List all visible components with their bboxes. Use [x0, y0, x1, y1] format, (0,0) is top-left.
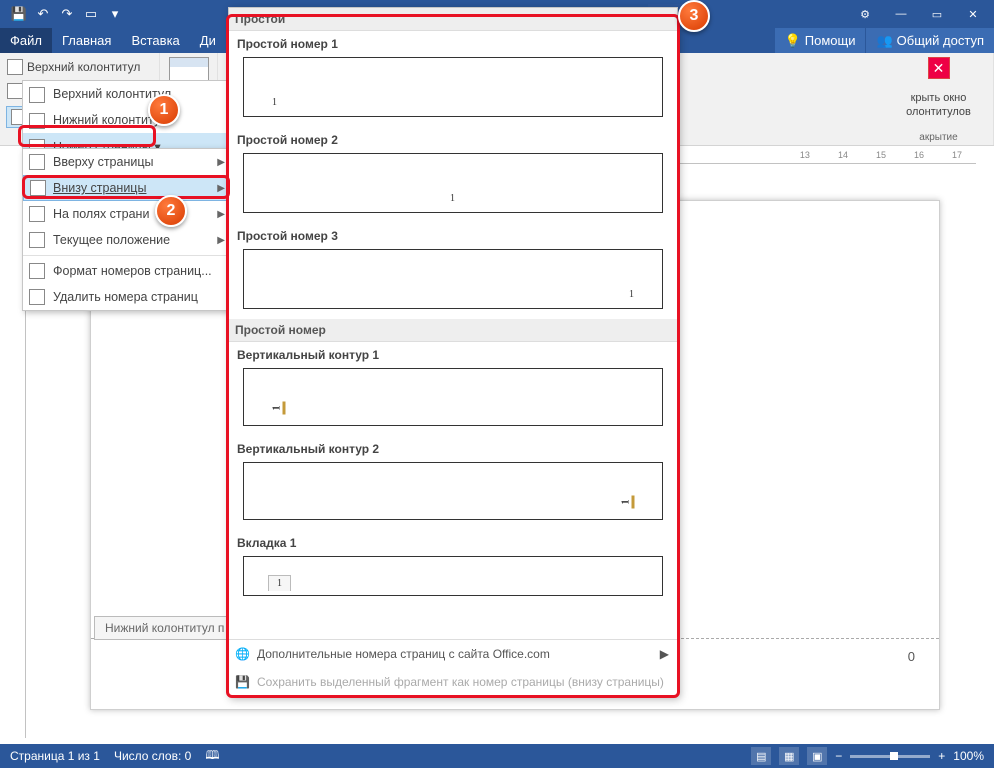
- redo-icon[interactable]: ↷: [58, 5, 76, 23]
- view-read-icon[interactable]: ▤: [751, 747, 771, 765]
- tab-design[interactable]: Ди: [190, 28, 226, 53]
- zoom-in-button[interactable]: +: [938, 749, 945, 763]
- save-icon: 💾: [235, 675, 251, 691]
- save-icon[interactable]: 💾: [10, 5, 28, 23]
- step-marker-1: 1: [148, 94, 180, 126]
- view-print-icon[interactable]: ▦: [779, 747, 799, 765]
- page-number-field[interactable]: 0: [908, 649, 915, 664]
- current-pos-icon: [29, 232, 45, 248]
- page-number-menu: Вверху страницы▶ Внизу страницы▶ На поля…: [22, 148, 234, 311]
- step-marker-2: 2: [155, 195, 187, 227]
- menu-current-position[interactable]: Текущее положение▶: [23, 227, 233, 253]
- gallery-group-simple: Простой: [229, 8, 677, 31]
- footer-section-tab: Нижний колонтитул п: [94, 616, 235, 640]
- close-button[interactable]: ✕: [956, 2, 990, 26]
- step-marker-3: 3: [678, 0, 710, 32]
- gallery-save-selection: 💾Сохранить выделенный фрагмент как номер…: [229, 668, 677, 696]
- menu-top-of-page[interactable]: Вверху страницы▶: [23, 149, 233, 175]
- gallery-group-simple-number: Простой номер: [229, 319, 677, 342]
- bottom-icon: [30, 180, 46, 196]
- gallery-item-vertical-2[interactable]: Вертикальный контур 2 1: [229, 436, 677, 530]
- zoom-slider[interactable]: [850, 755, 930, 758]
- margins-icon: [29, 206, 45, 222]
- status-words[interactable]: Число слов: 0: [114, 749, 191, 763]
- menu-bottom-of-page[interactable]: Внизу страницы▶: [23, 175, 233, 201]
- undo-icon[interactable]: ↶: [34, 5, 52, 23]
- top-icon: [29, 154, 45, 170]
- gallery-item-simple-1[interactable]: Простой номер 1 1: [229, 31, 677, 127]
- tell-me[interactable]: 💡Помощи: [774, 28, 866, 53]
- zoom-out-button[interactable]: −: [835, 749, 842, 763]
- footer-icon: [7, 83, 23, 99]
- gallery-item-simple-3[interactable]: Простой номер 3 1: [229, 223, 677, 319]
- minimize-button[interactable]: —: [884, 2, 918, 26]
- menu-page-margins[interactable]: На полях страни▶: [23, 201, 233, 227]
- format-icon: [29, 263, 45, 279]
- close-group-label: акрытие: [919, 132, 957, 143]
- statusbar: Страница 1 из 1 Число слов: 0 🕮 ▤ ▦ ▣ − …: [0, 744, 994, 768]
- page-number-gallery: Простой Простой номер 1 1 Простой номер …: [228, 7, 678, 697]
- status-lang-icon[interactable]: 🕮: [205, 746, 219, 767]
- qat-customize-icon[interactable]: ▾: [106, 5, 124, 23]
- menu-placeholder-2[interactable]: Нижний колонтитул: [23, 107, 233, 133]
- maximize-button[interactable]: ▭: [920, 2, 954, 26]
- gallery-more-office[interactable]: 🌐Дополнительные номера страниц с сайта O…: [229, 640, 677, 668]
- chevron-right-icon: ▶: [217, 157, 225, 168]
- chevron-right-icon: ▶: [217, 183, 225, 194]
- gallery-item-tab-1[interactable]: Вкладка 1 1: [229, 530, 677, 606]
- globe-icon: 🌐: [235, 647, 251, 663]
- menu-placeholder-1[interactable]: Верхний колонтитул: [23, 81, 233, 107]
- tab-file[interactable]: Файл: [0, 28, 52, 53]
- new-doc-icon[interactable]: ▭: [82, 5, 100, 23]
- chevron-right-icon: ▶: [217, 209, 225, 220]
- status-page[interactable]: Страница 1 из 1: [10, 749, 100, 763]
- quick-access-toolbar: 💾 ↶ ↷ ▭ ▾: [4, 5, 130, 23]
- share-button[interactable]: 👥Общий доступ: [865, 28, 994, 53]
- close-header-footer-button[interactable]: ✕: [928, 57, 950, 79]
- gallery-item-simple-2[interactable]: Простой номер 2 1: [229, 127, 677, 223]
- ribbon-options-icon[interactable]: ⚙: [848, 2, 882, 26]
- remove-icon: [29, 289, 45, 305]
- gallery-item-vertical-1[interactable]: Вертикальный контур 1 1: [229, 342, 677, 436]
- tab-insert[interactable]: Вставка: [121, 28, 189, 53]
- header-icon: [7, 59, 23, 75]
- header-top-button[interactable]: Верхний колонтитул: [6, 57, 153, 77]
- chevron-right-icon: ▶: [660, 647, 669, 661]
- zoom-level[interactable]: 100%: [953, 749, 984, 763]
- menu-format-numbers[interactable]: Формат номеров страниц...: [23, 258, 233, 284]
- chevron-right-icon: ▶: [217, 235, 225, 246]
- tab-home[interactable]: Главная: [52, 28, 121, 53]
- menu-remove-numbers[interactable]: Удалить номера страниц: [23, 284, 233, 310]
- view-web-icon[interactable]: ▣: [807, 747, 827, 765]
